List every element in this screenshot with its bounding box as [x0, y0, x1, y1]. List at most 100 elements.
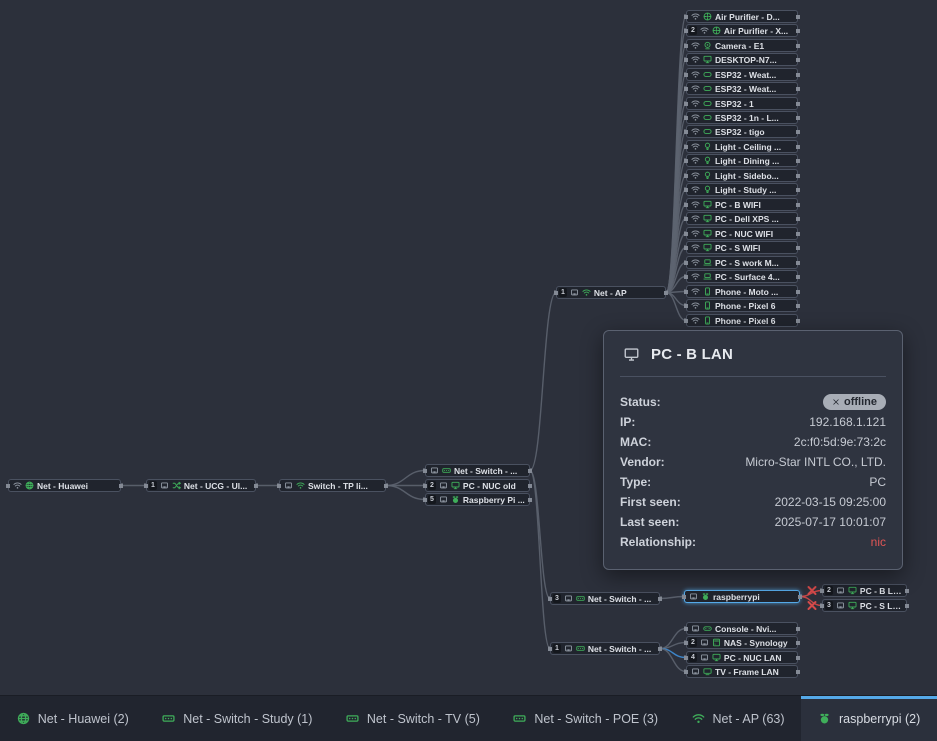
wifi-icon	[691, 229, 700, 238]
popup-row: First seen:2022-03-15 09:25:00	[620, 492, 886, 512]
tab-net-switch-poe[interactable]: Net - Switch - POE (3)	[497, 696, 675, 741]
node-pc-nuc-lan[interactable]: 4PC - NUC LAN	[686, 651, 798, 664]
node-label: Switch - TP li...	[308, 481, 381, 491]
tab-net-switch-study[interactable]: Net - Switch - Study (1)	[145, 696, 329, 741]
popup-row: Last seen:2025-07-17 10:01:07	[620, 512, 886, 532]
node-label: PC - B LAN	[860, 586, 902, 596]
wifi-icon	[691, 127, 700, 136]
node-label: PC - S work M...	[715, 258, 793, 268]
node-ap-pc-dell-xps[interactable]: PC - Dell XPS ...	[686, 212, 798, 225]
wifi-icon	[691, 287, 700, 296]
pc-icon	[622, 347, 641, 362]
node-net-switch-main[interactable]: Net - Switch - ...	[425, 464, 530, 477]
node-ap-light-sideboard[interactable]: Light - Sidebo...	[686, 169, 798, 182]
node-label: Net - Huawei	[37, 481, 116, 491]
tab-label: Net - Switch - POE (3)	[534, 712, 658, 726]
node-net-ucg[interactable]: 1Net - UCG - Ul...	[146, 479, 256, 492]
node-net-switch-b2[interactable]: 1Net - Switch - ...	[550, 642, 660, 655]
node-ap-esp32-1n[interactable]: ESP32 - 1n - L...	[686, 111, 798, 124]
node-pc-nuc-old[interactable]: 2PC - NUC old	[425, 479, 530, 492]
wifi-icon	[13, 481, 22, 490]
ethernet-icon	[564, 594, 573, 603]
node-ap-esp32-weat-1[interactable]: ESP32 - Weat...	[686, 68, 798, 81]
node-ap-light-ceiling[interactable]: Light - Ceiling ...	[686, 140, 798, 153]
wifi-icon	[691, 258, 700, 267]
tab-raspberrypi[interactable]: raspberrypi (2)	[801, 696, 937, 741]
wifi-icon	[691, 99, 700, 108]
node-label: PC - NUC WIFI	[715, 229, 793, 239]
switch-icon	[576, 594, 585, 603]
popup-row: IP:192.168.1.121	[620, 412, 886, 432]
popup-row: Status:offline	[620, 392, 886, 412]
node-ap-light-dining[interactable]: Light - Dining ...	[686, 154, 798, 167]
popup-row-value: Micro-Star INTL CO., LTD.	[745, 455, 886, 469]
node-console-nvidia[interactable]: Console - Nvi...	[686, 622, 798, 635]
popup-row: MAC:2c:f0:5d:9e:73:2c	[620, 432, 886, 452]
node-raspberry-pi-old[interactable]: 5Raspberry Pi ...	[425, 493, 530, 506]
node-switch-tp[interactable]: Switch - TP li...	[279, 479, 386, 492]
node-ap-esp32-weat-2[interactable]: ESP32 - Weat...	[686, 82, 798, 95]
switch-icon	[346, 712, 359, 725]
fan-icon	[712, 26, 721, 35]
ethernet-icon	[700, 653, 709, 662]
fan-icon	[703, 12, 712, 21]
node-ap-phone-pixel6-a[interactable]: Phone - Pixel 6	[686, 299, 798, 312]
wifi-icon	[691, 113, 700, 122]
node-nas-synology[interactable]: 2NAS - Synology	[686, 636, 798, 649]
node-label: Console - Nvi...	[715, 624, 793, 634]
node-ap-air-purifier-x[interactable]: 2Air Purifier - X...	[686, 24, 798, 37]
phone-icon	[703, 316, 712, 325]
monitor-icon	[703, 214, 712, 223]
node-ap-pc-nuc-wifi[interactable]: PC - NUC WIFI	[686, 227, 798, 240]
tab-net-switch-tv[interactable]: Net - Switch - TV (5)	[329, 696, 496, 741]
node-ap-esp32-1[interactable]: ESP32 - 1	[686, 97, 798, 110]
monitor-icon	[712, 653, 721, 662]
ethernet-icon	[700, 638, 709, 647]
node-pc-s-lan[interactable]: 3PC - S LAN	[822, 599, 907, 612]
monitor-icon	[703, 200, 712, 209]
node-label: Raspberry Pi ...	[463, 495, 525, 505]
tab-label: raspberrypi (2)	[839, 712, 920, 726]
node-ap-pc-surface-4[interactable]: PC - Surface 4...	[686, 270, 798, 283]
raspberry-icon	[701, 592, 710, 601]
node-label: PC - B WIFI	[715, 200, 793, 210]
node-ap-phone-moto[interactable]: Phone - Moto ...	[686, 285, 798, 298]
node-net-switch-b1[interactable]: 3Net - Switch - ...	[550, 592, 660, 605]
tab-label: Net - Switch - TV (5)	[367, 712, 480, 726]
node-ap-camera-e1[interactable]: Camera - E1	[686, 39, 798, 52]
node-ap-pc-s-wifi[interactable]: PC - S WIFI	[686, 241, 798, 254]
link-count-badge: 2	[689, 638, 697, 647]
node-tv-frame-lan[interactable]: TV - Frame LAN	[686, 665, 798, 678]
popup-row-label: Type:	[620, 475, 651, 489]
wifi-icon	[691, 243, 700, 252]
tab-net-ap[interactable]: Net - AP (63)	[675, 696, 802, 741]
node-raspberrypi[interactable]: raspberrypi	[684, 590, 800, 603]
chip-icon	[703, 127, 712, 136]
ethernet-icon	[570, 288, 579, 297]
switch-icon	[513, 712, 526, 725]
node-label: Net - Switch - ...	[454, 466, 525, 476]
node-ap-phone-pixel6-b[interactable]: Phone - Pixel 6	[686, 314, 798, 327]
node-ap-light-study[interactable]: Light - Study ...	[686, 183, 798, 196]
tv-icon	[703, 667, 712, 676]
switch-icon	[442, 466, 451, 475]
node-ap-pc-s-work[interactable]: PC - S work M...	[686, 256, 798, 269]
node-net-huawei[interactable]: Net - Huawei	[8, 479, 121, 492]
wifi-icon	[691, 156, 700, 165]
node-ap-air-purifier-d[interactable]: Air Purifier - D...	[686, 10, 798, 23]
raspberry-icon	[451, 495, 460, 504]
node-label: PC - NUC LAN	[724, 653, 793, 663]
node-label: ESP32 - Weat...	[715, 70, 793, 80]
monitor-icon	[848, 601, 857, 610]
wifi-icon	[691, 200, 700, 209]
topology-canvas[interactable]: Net - Huawei 1Net - UCG - Ul... Switch - T…	[0, 0, 937, 741]
node-net-ap[interactable]: 1Net - AP	[556, 286, 666, 299]
wifi-icon	[296, 481, 305, 490]
node-ap-pc-b-wifi[interactable]: PC - B WIFI	[686, 198, 798, 211]
node-ap-desktop-n7[interactable]: DESKTOP-N7...	[686, 53, 798, 66]
tab-net-huawei[interactable]: Net - Huawei (2)	[0, 696, 145, 741]
node-pc-b-lan[interactable]: 2PC - B LAN	[822, 584, 907, 597]
node-ap-esp32-tigo[interactable]: ESP32 - tigo	[686, 125, 798, 138]
node-label: PC - S LAN	[860, 601, 902, 611]
wifi-icon	[691, 214, 700, 223]
